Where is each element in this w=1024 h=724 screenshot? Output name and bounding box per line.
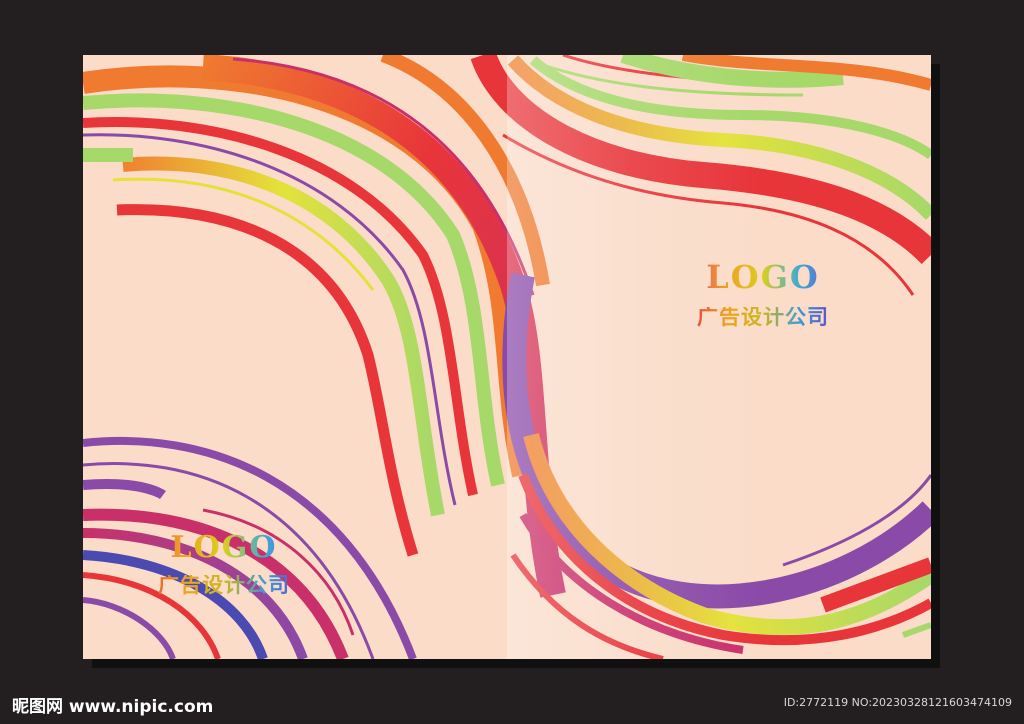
brochure-cover: LOGO 广告设计公司 LOGO 广告设计公司 <box>83 55 931 659</box>
front-company-name: 广告设计公司 <box>689 307 837 328</box>
front-brand: LOGO 广告设计公司 <box>689 261 837 328</box>
front-lower-curve <box>502 272 931 659</box>
image-id-label: ID:2772119 NO:20230328121603474109 <box>783 696 1012 709</box>
back-logo-text: LOGO <box>139 533 309 563</box>
back-brand: LOGO 广告设计公司 <box>139 533 309 596</box>
back-company-name: 广告设计公司 <box>139 575 309 596</box>
site-watermark: 昵图网 www.nipic.com <box>12 697 214 717</box>
front-logo-text: LOGO <box>689 261 837 293</box>
